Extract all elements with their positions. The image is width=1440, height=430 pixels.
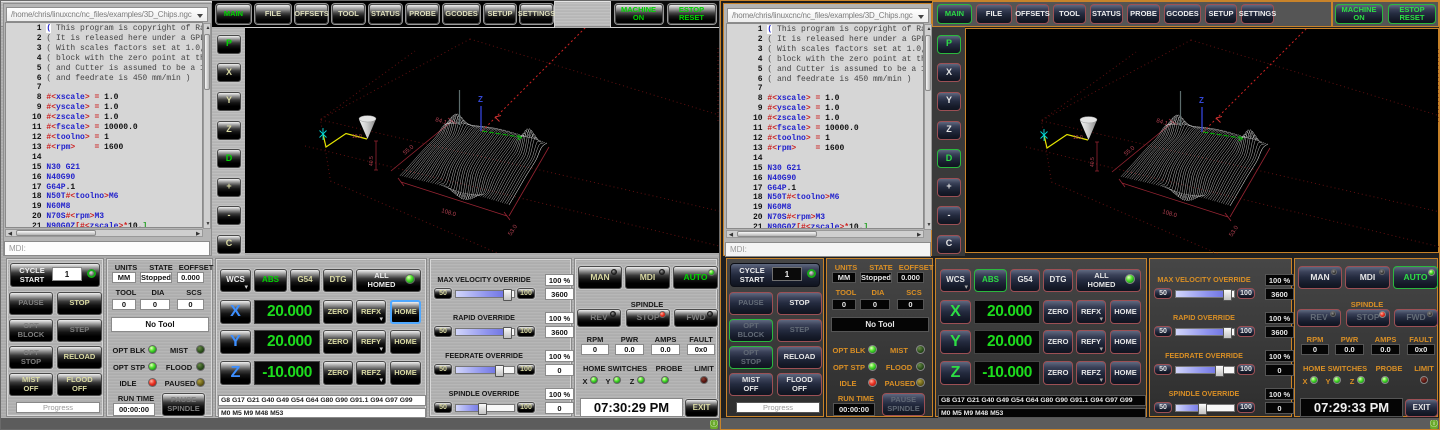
- svg-text:55.0: 55.0: [402, 144, 415, 157]
- svg-text:10.0: 10.0: [352, 134, 362, 140]
- svg-text:84.1: 84.1: [434, 117, 448, 126]
- svg-text:40.5: 40.5: [369, 156, 375, 166]
- svg-text:Z: Z: [478, 95, 483, 104]
- svg-text:108.0: 108.0: [440, 208, 457, 218]
- svg-text:53.0: 53.0: [508, 223, 520, 237]
